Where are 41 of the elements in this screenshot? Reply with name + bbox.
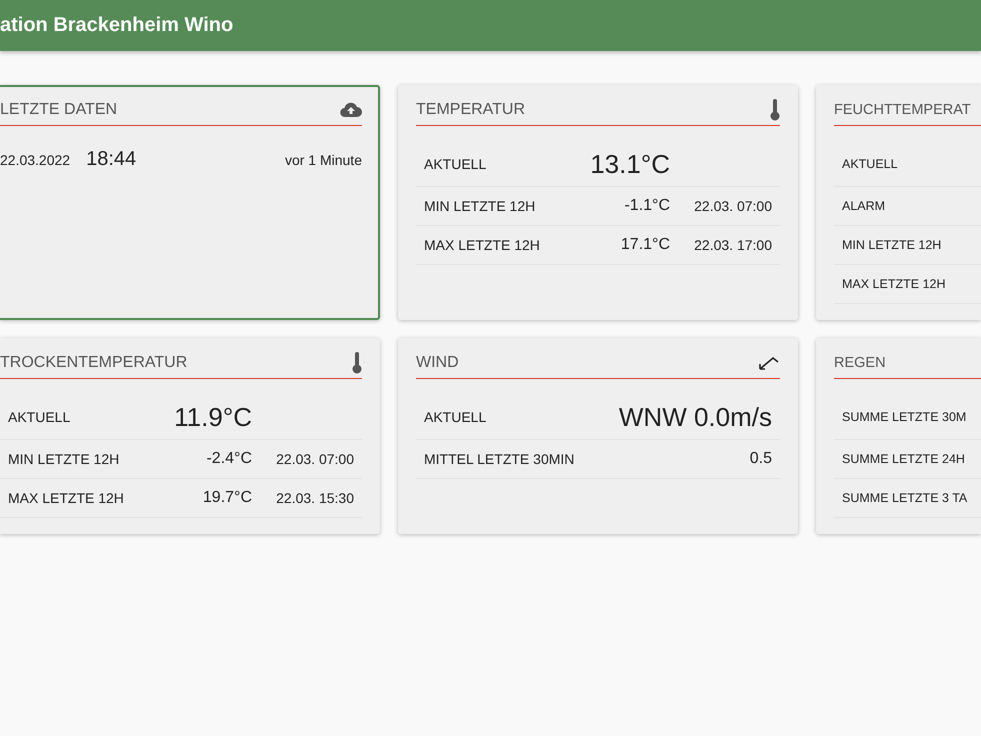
row-value: 0.5: [750, 450, 772, 468]
row-value: 11.9°C: [174, 402, 252, 432]
row-label: AKTUELL: [424, 409, 486, 425]
row-label: AKTUELL: [424, 156, 486, 172]
date-text: 22.03.2022: [0, 152, 70, 168]
row-label: SUMME LETZTE 30M: [842, 410, 966, 424]
card-title: TROCKENTEMPERATUR: [0, 354, 188, 372]
age-text: vor 1 Minute: [284, 152, 362, 168]
row-value: 13.1°C: [590, 148, 670, 180]
row-label: AKTUELL: [8, 409, 70, 425]
row-time: 22.03. 07:00: [275, 451, 354, 467]
row-value: -2.4°C: [206, 450, 252, 468]
row-time: 22.03. 17:00: [693, 237, 772, 253]
row-label: MIN LETZTE 12H: [424, 198, 536, 214]
row-label: MAX LETZTE 12H: [424, 237, 540, 253]
row-value: 17.1°C: [620, 236, 670, 254]
row-time: 22.03. 15:30: [275, 490, 354, 506]
card-title: TEMPERATUR: [416, 101, 526, 119]
card-title: REGEN: [834, 355, 886, 371]
card-title: LETZTE DATEN: [0, 101, 118, 119]
row-label: MAX LETZTE 12H: [842, 277, 946, 291]
thermometer-icon: [352, 352, 362, 374]
row-label: AKTUELL: [842, 157, 898, 171]
thermometer-icon: [770, 99, 780, 121]
app-title: ation Brackenheim Wino: [0, 14, 234, 37]
card-title: FEUCHTTEMPERAT: [834, 102, 971, 118]
row-label: ALARM: [842, 199, 886, 213]
row-value: WNW 0.0m/s: [618, 402, 772, 432]
time-text: 18:44: [86, 148, 136, 171]
row-label: MIN LETZTE 12H: [8, 451, 120, 467]
row-time: 22.03. 07:00: [693, 198, 772, 214]
row-value: 19.7°C: [202, 489, 252, 507]
row-label: MAX LETZTE 12H: [8, 490, 124, 506]
row-label: MIN LETZTE 12H: [842, 238, 942, 252]
row-label: SUMME LETZTE 24H: [842, 452, 965, 466]
arrow-icon: [758, 355, 780, 371]
card-title: WIND: [416, 354, 459, 372]
row-value: -1.1°C: [624, 197, 670, 215]
cloud-upload-icon: [340, 102, 362, 118]
row-label: MITTEL LETZTE 30MIN: [424, 451, 574, 467]
row-label: SUMME LETZTE 3 TA: [842, 491, 968, 505]
